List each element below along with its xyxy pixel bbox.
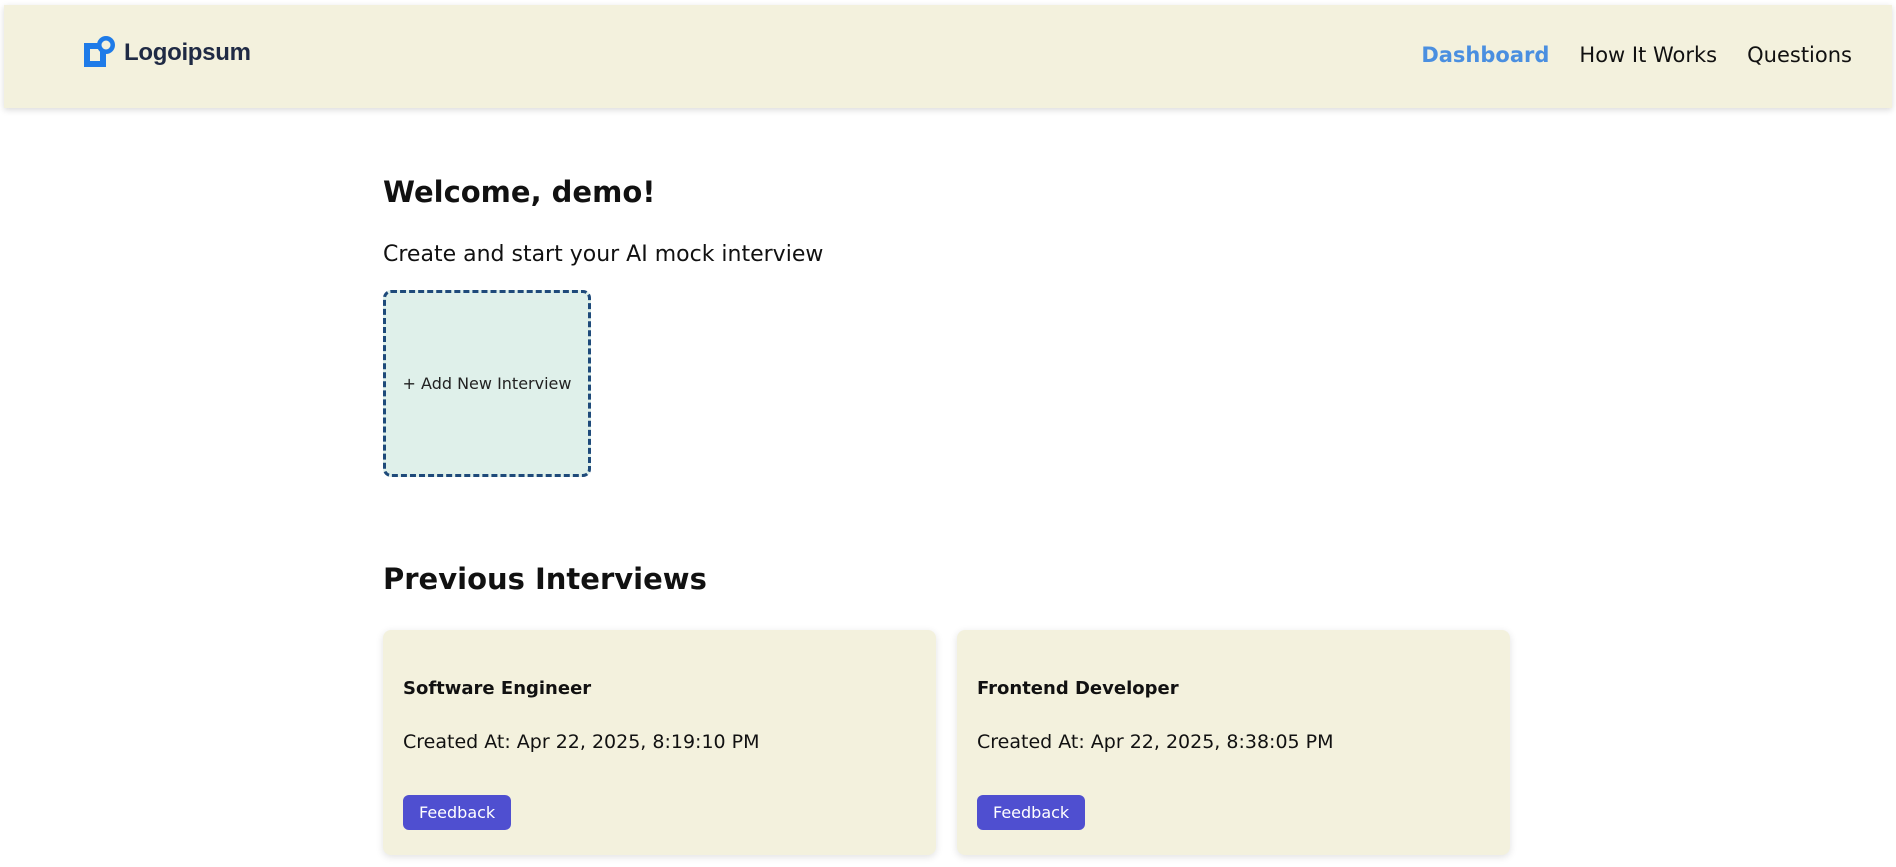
add-new-interview-card[interactable]: + Add New Interview	[383, 290, 591, 477]
nav-link-dashboard[interactable]: Dashboard	[1421, 43, 1549, 67]
previous-interviews-heading: Previous Interviews	[383, 562, 707, 596]
nav-link-how-it-works[interactable]: How It Works	[1579, 43, 1717, 67]
interview-card-created-at: Created At: Apr 22, 2025, 8:38:05 PM	[977, 731, 1334, 753]
logo-text: Logoipsum	[124, 39, 251, 66]
logo-icon	[84, 36, 115, 67]
feedback-button[interactable]: Feedback	[403, 795, 512, 830]
welcome-heading: Welcome, demo!	[383, 175, 656, 209]
interview-card: Software Engineer Created At: Apr 22, 20…	[383, 630, 936, 855]
add-new-interview-label: + Add New Interview	[402, 374, 572, 393]
feedback-button[interactable]: Feedback	[977, 795, 1086, 830]
interview-card-title: Software Engineer	[403, 678, 592, 699]
interview-card-title: Frontend Developer	[977, 678, 1179, 699]
main-nav: Dashboard How It Works Questions	[1421, 43, 1852, 67]
welcome-subtitle: Create and start your AI mock interview	[383, 242, 824, 267]
interview-card-list: Software Engineer Created At: Apr 22, 20…	[383, 630, 1510, 855]
brand-logo[interactable]: Logoipsum	[82, 35, 251, 71]
interview-card: Frontend Developer Created At: Apr 22, 2…	[957, 630, 1510, 855]
top-navbar: Logoipsum Dashboard How It Works Questio…	[4, 5, 1892, 108]
interview-card-created-at: Created At: Apr 22, 2025, 8:19:10 PM	[403, 731, 760, 753]
nav-link-questions[interactable]: Questions	[1747, 43, 1852, 67]
